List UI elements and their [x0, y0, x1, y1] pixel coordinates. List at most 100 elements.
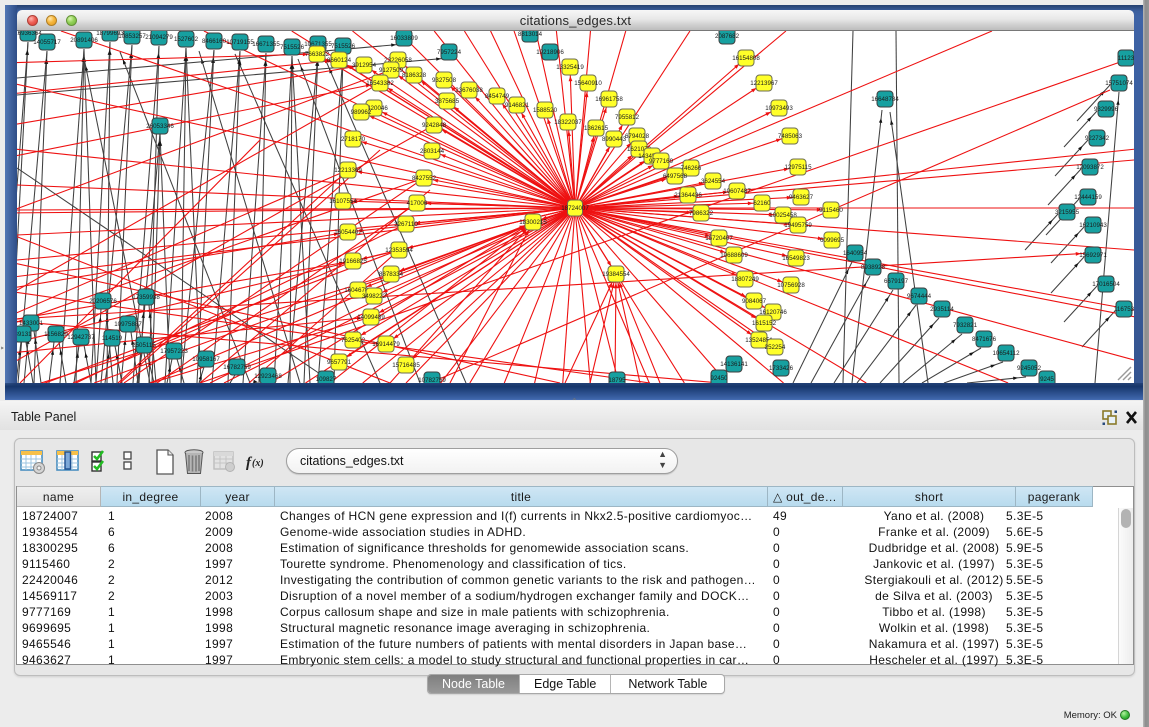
svg-text:10782759: 10782759 [418, 377, 446, 383]
svg-text:417006: 417006 [407, 200, 428, 207]
svg-text:39131: 39131 [17, 331, 32, 338]
svg-text:9245: 9245 [1040, 376, 1054, 383]
svg-text:116753: 116753 [1114, 306, 1134, 313]
svg-text:2803144: 2803144 [420, 148, 445, 155]
svg-text:9115460: 9115460 [819, 207, 843, 214]
svg-text:10654112: 10654112 [992, 350, 1020, 357]
svg-text:21364436: 21364436 [674, 192, 702, 199]
svg-text:114519: 114519 [102, 335, 123, 342]
svg-text:15751074: 15751074 [1105, 80, 1133, 87]
svg-text:2718170: 2718170 [341, 136, 366, 143]
svg-text:16543382: 16543382 [366, 80, 394, 87]
svg-text:23676038: 23676038 [455, 87, 483, 94]
svg-text:8471676: 8471676 [972, 336, 997, 343]
svg-text:12923468: 12923468 [254, 373, 282, 380]
svg-text:9146821: 9146821 [505, 102, 530, 109]
svg-text:16033809: 16033809 [390, 35, 418, 42]
svg-text:8660124: 8660124 [327, 57, 352, 64]
svg-text:1588520: 1588520 [533, 107, 558, 114]
svg-text:7625402: 7625402 [341, 337, 366, 344]
svg-text:1733426: 1733426 [769, 365, 794, 372]
svg-text:14055717: 14055717 [33, 39, 61, 46]
svg-text:2505115: 2505115 [132, 342, 156, 349]
svg-text:9463627: 9463627 [789, 194, 814, 201]
svg-text:1640954: 1640954 [843, 250, 868, 257]
svg-text:7986322: 7986322 [689, 210, 714, 217]
svg-text:21094279: 21094279 [145, 34, 173, 41]
svg-text:19495759: 19495759 [784, 222, 812, 229]
svg-text:10975887: 10975887 [114, 321, 142, 328]
svg-text:8454749: 8454749 [485, 93, 510, 100]
svg-text:8813014: 8813014 [518, 31, 543, 38]
svg-text:7955812: 7955812 [615, 114, 640, 121]
svg-text:9242848: 9242848 [422, 122, 447, 129]
svg-text:(x): (x) [252, 458, 264, 469]
svg-text:3875685: 3875685 [435, 98, 460, 105]
svg-text:3912954: 3912954 [352, 62, 377, 69]
svg-text:12942737: 12942737 [67, 334, 95, 341]
svg-text:19384554: 19384554 [602, 271, 630, 278]
svg-text:3215955: 3215955 [1055, 209, 1080, 216]
svg-text:15720407: 15720407 [705, 235, 733, 242]
svg-text:10853257: 10853257 [118, 33, 146, 40]
svg-text:9084067: 9084067 [742, 298, 767, 305]
svg-text:2087682: 2087682 [715, 33, 740, 40]
svg-text:10958167: 10958167 [192, 356, 220, 363]
svg-text:746266: 746266 [681, 165, 702, 172]
svg-text:17957223: 17957223 [160, 348, 188, 355]
svg-text:15692971: 15692971 [1079, 252, 1107, 259]
svg-text:16671355: 16671355 [252, 41, 280, 48]
svg-text:62160: 62160 [753, 200, 771, 207]
svg-text:92450: 92450 [710, 375, 728, 382]
svg-text:10973493: 10973493 [765, 105, 793, 112]
svg-text:6099695: 6099695 [820, 237, 845, 244]
svg-text:18300215: 18300215 [519, 219, 547, 226]
svg-text:19218906: 19218906 [536, 49, 564, 56]
svg-text:1362615: 1362615 [584, 125, 609, 132]
svg-text:8427552: 8427552 [412, 175, 437, 182]
svg-text:9245052: 9245052 [1017, 365, 1042, 372]
svg-text:7957224: 7957224 [437, 49, 462, 56]
svg-text:252254: 252254 [765, 344, 786, 351]
svg-text:17359938: 17359938 [132, 294, 160, 301]
svg-text:16154808: 16154808 [732, 55, 760, 62]
svg-text:16648784: 16648784 [871, 96, 899, 103]
svg-text:10607487: 10607487 [723, 188, 751, 195]
svg-text:109827: 109827 [316, 376, 337, 383]
svg-text:18795: 18795 [608, 377, 626, 383]
svg-text:6497568: 6497568 [663, 173, 688, 180]
svg-text:8186328: 8186328 [402, 72, 427, 79]
svg-text:16961758: 16961758 [595, 96, 623, 103]
svg-text:7515526: 7515526 [331, 43, 356, 50]
svg-text:10688609: 10688609 [720, 252, 748, 259]
svg-text:20206576: 20206576 [89, 298, 117, 305]
svg-text:16914479: 16914479 [372, 341, 400, 348]
svg-text:16782759: 16782759 [223, 364, 251, 371]
svg-text:1156829: 1156829 [44, 331, 68, 338]
svg-text:12213369: 12213369 [334, 167, 362, 174]
svg-text:12353594: 12353594 [385, 247, 413, 254]
svg-text:1527602: 1527602 [174, 36, 199, 43]
svg-text:9227342: 9227342 [1085, 135, 1110, 142]
svg-text:9777169: 9777169 [649, 158, 674, 165]
svg-text:17016504: 17016504 [1092, 281, 1120, 288]
svg-text:3498222: 3498222 [362, 293, 387, 300]
svg-text:7932821: 7932821 [953, 322, 978, 329]
svg-text:10719155: 10719155 [226, 39, 254, 46]
svg-text:6679197: 6679197 [884, 278, 909, 285]
svg-text:2935114: 2935114 [930, 306, 954, 313]
svg-text:12093872: 12093872 [1076, 164, 1104, 171]
svg-text:18807249: 18807249 [731, 276, 759, 283]
svg-text:11123: 11123 [1118, 55, 1134, 62]
svg-text:12213967: 12213967 [750, 80, 778, 87]
svg-text:18322037: 18322037 [554, 119, 582, 126]
svg-text:16107554: 16107554 [329, 198, 357, 205]
svg-text:15716485: 15716485 [392, 362, 420, 369]
svg-text:20891406: 20891406 [70, 37, 98, 44]
svg-text:9127509: 9127509 [379, 67, 404, 74]
svg-text:26053346: 26053346 [146, 123, 174, 130]
svg-text:9674444: 9674444 [907, 293, 932, 300]
svg-text:989962: 989962 [351, 109, 372, 116]
svg-text:9329996: 9329996 [1094, 106, 1119, 113]
svg-text:10756928: 10756928 [777, 282, 805, 289]
